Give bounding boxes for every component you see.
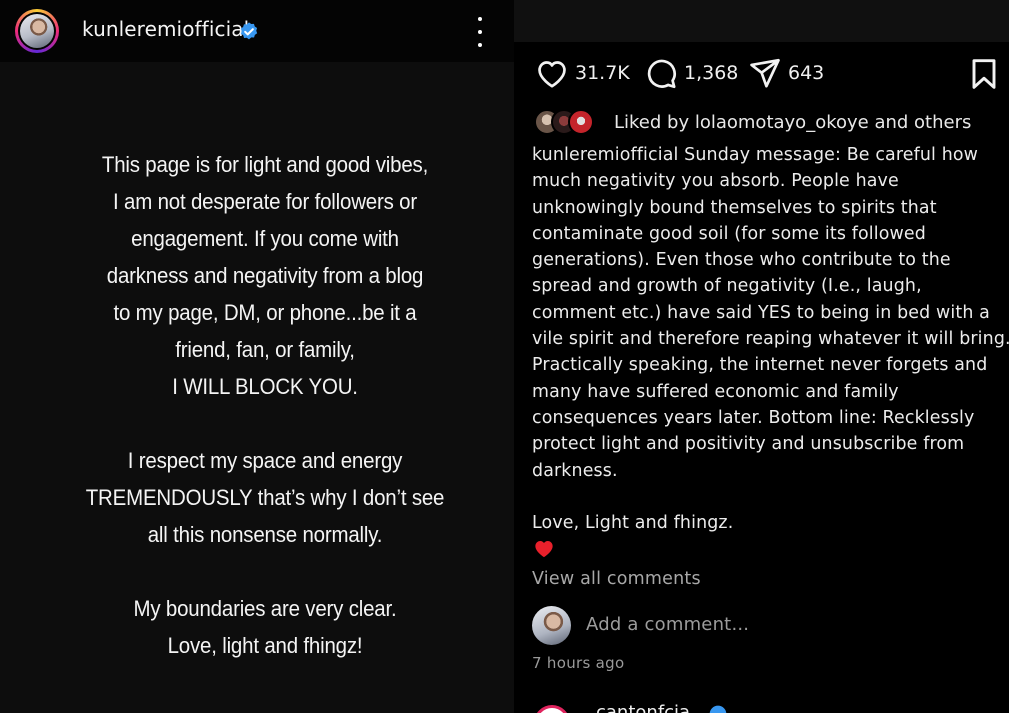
- profile-username[interactable]: kunleremiofficial: [82, 17, 249, 41]
- share-button[interactable]: 643: [748, 56, 824, 90]
- story-line: engagement. If you come with: [131, 226, 399, 251]
- like-button[interactable]: 31.7K: [535, 56, 630, 90]
- story-line: friend, fan, or family,: [175, 337, 355, 362]
- story-paragraph: My boundaries are very clear. Love, light…: [37, 590, 493, 664]
- story-line: all this nonsense normally.: [147, 522, 383, 547]
- caption-line: generations). Even those who contribute …: [532, 250, 951, 271]
- caption-line: many have suffered economic and family: [532, 381, 899, 402]
- caption-line: Practically speaking, the internet never…: [532, 355, 988, 376]
- caption-line: darkness.: [532, 460, 618, 481]
- comment-button[interactable]: 1,368: [644, 56, 738, 90]
- post-image-panel: kunleremiofficial This page is for light…: [0, 0, 514, 713]
- caption-line: consequences years later. Bottom line: R…: [532, 407, 975, 428]
- profile-avatar[interactable]: [15, 9, 59, 53]
- like-count: 31.7K: [575, 62, 630, 84]
- caption-line: contaminate good soil (for some its foll…: [532, 223, 926, 244]
- next-post-avatar[interactable]: [534, 705, 570, 713]
- heart-icon: [538, 61, 566, 88]
- caption-line: kunleremiofficial Sunday message: Be car…: [532, 145, 979, 165]
- comment-bubble-icon: [647, 59, 676, 89]
- story-line: My boundaries are very clear.: [133, 596, 397, 621]
- top-bar: [514, 0, 1009, 42]
- story-line: to my page, DM, or phone...be it a: [113, 300, 417, 325]
- current-user-avatar: [532, 606, 571, 645]
- next-post-username[interactable]: cantonfcia: [596, 703, 690, 713]
- verified-badge-icon: [240, 22, 258, 40]
- caption-line: comment etc.) have said YES to being in …: [532, 302, 990, 323]
- more-vertical-icon[interactable]: [470, 17, 490, 47]
- liked-by-row[interactable]: Liked by lolaomotayo_okoye and others: [534, 108, 971, 136]
- avatar-photo: [20, 14, 54, 48]
- share-count: 643: [788, 62, 825, 84]
- caption-line: much negativity you absorb. People have: [532, 171, 899, 192]
- post-timestamp: 7 hours ago: [532, 654, 625, 672]
- comment-count: 1,368: [684, 62, 739, 84]
- add-comment-input[interactable]: Add a comment...: [586, 614, 749, 635]
- caption-line: protect light and positivity and unsubsc…: [532, 434, 965, 455]
- post-caption: kunleremiofficial Sunday message: Be car…: [532, 142, 1009, 536]
- story-line: Love, light and fhingz!: [167, 633, 363, 658]
- story-line: I am not desperate for followers or: [113, 189, 417, 214]
- liker-avatar: [568, 109, 594, 135]
- story-line: darkness and negativity from a blog: [106, 263, 424, 288]
- caption-line: spread and growth of negativity (I.e., l…: [532, 276, 922, 297]
- story-line: This page is for light and good vibes,: [101, 152, 429, 177]
- caption-signoff: Love, Light and fhingz.: [532, 513, 734, 534]
- caption-line: vile spirit and therefore reaping whatev…: [532, 329, 1009, 350]
- send-icon: [750, 58, 780, 88]
- red-heart-emoji-icon: [535, 541, 553, 558]
- post-header: kunleremiofficial: [0, 0, 514, 62]
- story-line: I respect my space and energy: [127, 448, 403, 473]
- verified-badge-icon: [709, 705, 727, 713]
- story-paragraph: I respect my space and energy TREMENDOUSL…: [37, 442, 493, 553]
- post-details-panel: 31.7K 1,368 643 Liked by lolaomotayo_oko…: [514, 0, 1009, 713]
- story-line: TREMENDOUSLY that’s why I don’t see: [85, 485, 445, 510]
- caption-line: unknowingly bound themselves to spirits …: [532, 197, 937, 218]
- liked-by-text[interactable]: Liked by lolaomotayo_okoye and others: [614, 112, 971, 133]
- bookmark-icon[interactable]: [970, 58, 998, 90]
- story-paragraph: This page is for light and good vibes, I …: [37, 146, 493, 405]
- view-all-comments-link[interactable]: View all comments: [532, 569, 701, 589]
- story-line: I WILL BLOCK YOU.: [172, 374, 358, 399]
- story-text: This page is for light and good vibes, I …: [37, 146, 493, 664]
- next-post-header: cantonfcia: [534, 703, 734, 713]
